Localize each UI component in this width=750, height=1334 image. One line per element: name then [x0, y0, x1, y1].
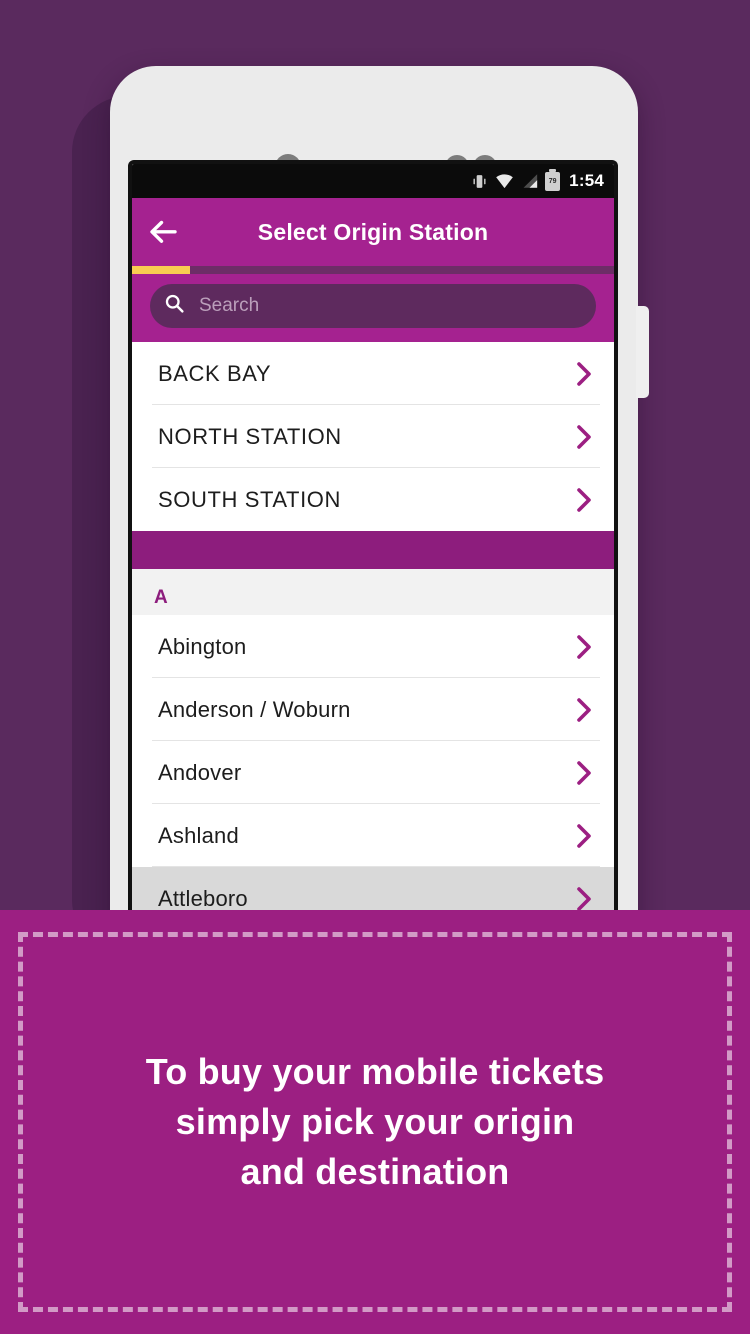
wifi-icon [495, 173, 514, 189]
caption-line-2: simply pick your origin [175, 1100, 575, 1142]
search-section [132, 274, 614, 342]
caption-line-3: and destination [240, 1151, 510, 1193]
promo-caption-text: To buy your mobile tickets simply pick y… [0, 1047, 750, 1197]
progress-bar [132, 266, 614, 274]
caption-line-1: To buy your mobile tickets [145, 1050, 605, 1092]
chevron-right-icon [572, 424, 598, 450]
station-row-anderson-woburn[interactable]: Anderson / Woburn [132, 678, 614, 741]
chevron-right-icon [572, 823, 598, 849]
search-bar[interactable] [150, 284, 596, 328]
promo-screenshot: 79 1:54 Select Origin Station Search BAC… [0, 0, 750, 1334]
station-name: Anderson / Woburn [158, 696, 351, 722]
station-name: BACK BAY [158, 360, 272, 386]
app-bar: Select Origin Station [132, 198, 614, 266]
station-row-andover[interactable]: Andover [132, 741, 614, 804]
section-header-a: A [132, 569, 614, 615]
station-name: SOUTH STATION [158, 486, 341, 512]
arrow-left-icon [150, 220, 177, 243]
list-separator-band [132, 531, 614, 569]
station-row-ashland[interactable]: Ashland [132, 804, 614, 867]
section-letter: A [154, 587, 168, 608]
chevron-right-icon [572, 760, 598, 786]
chevron-right-icon [572, 487, 598, 513]
page-title: Select Origin Station [257, 218, 489, 245]
station-list-a: Abington Anderson / Woburn Andover Ashla… [132, 615, 614, 930]
phone-screen: 79 1:54 Select Origin Station Search BAC… [128, 160, 618, 946]
battery-level: 79 [548, 177, 557, 185]
promo-caption-panel: To buy your mobile tickets simply pick y… [0, 910, 750, 1334]
battery-icon: 79 [545, 168, 561, 191]
station-row-north-station[interactable]: NORTH STATION [132, 405, 614, 468]
station-row-south-station[interactable]: SOUTH STATION [132, 468, 614, 531]
station-name: Attleboro [158, 885, 248, 911]
chevron-right-icon [572, 634, 598, 660]
station-name: Andover [158, 759, 242, 785]
chevron-right-icon [572, 886, 598, 912]
clock: 1:54 [569, 171, 604, 190]
vibrate-icon [471, 173, 488, 190]
station-name: Ashland [158, 822, 239, 848]
progress-fill [132, 266, 190, 274]
search-icon [164, 293, 185, 319]
phone-side-button-right[interactable] [636, 306, 649, 398]
chevron-right-icon [572, 697, 598, 723]
status-bar: 79 1:54 [132, 164, 614, 198]
station-row-back-bay[interactable]: BACK BAY [132, 342, 614, 405]
signal-icon [521, 173, 538, 189]
chevron-right-icon [572, 361, 598, 387]
search-input[interactable] [197, 294, 582, 318]
station-name: Abington [158, 633, 247, 659]
station-row-abington[interactable]: Abington [132, 615, 614, 678]
featured-station-list: BACK BAY NORTH STATION SOUTH STATION [132, 342, 614, 531]
station-name: NORTH STATION [158, 423, 342, 449]
back-button[interactable] [132, 219, 196, 245]
